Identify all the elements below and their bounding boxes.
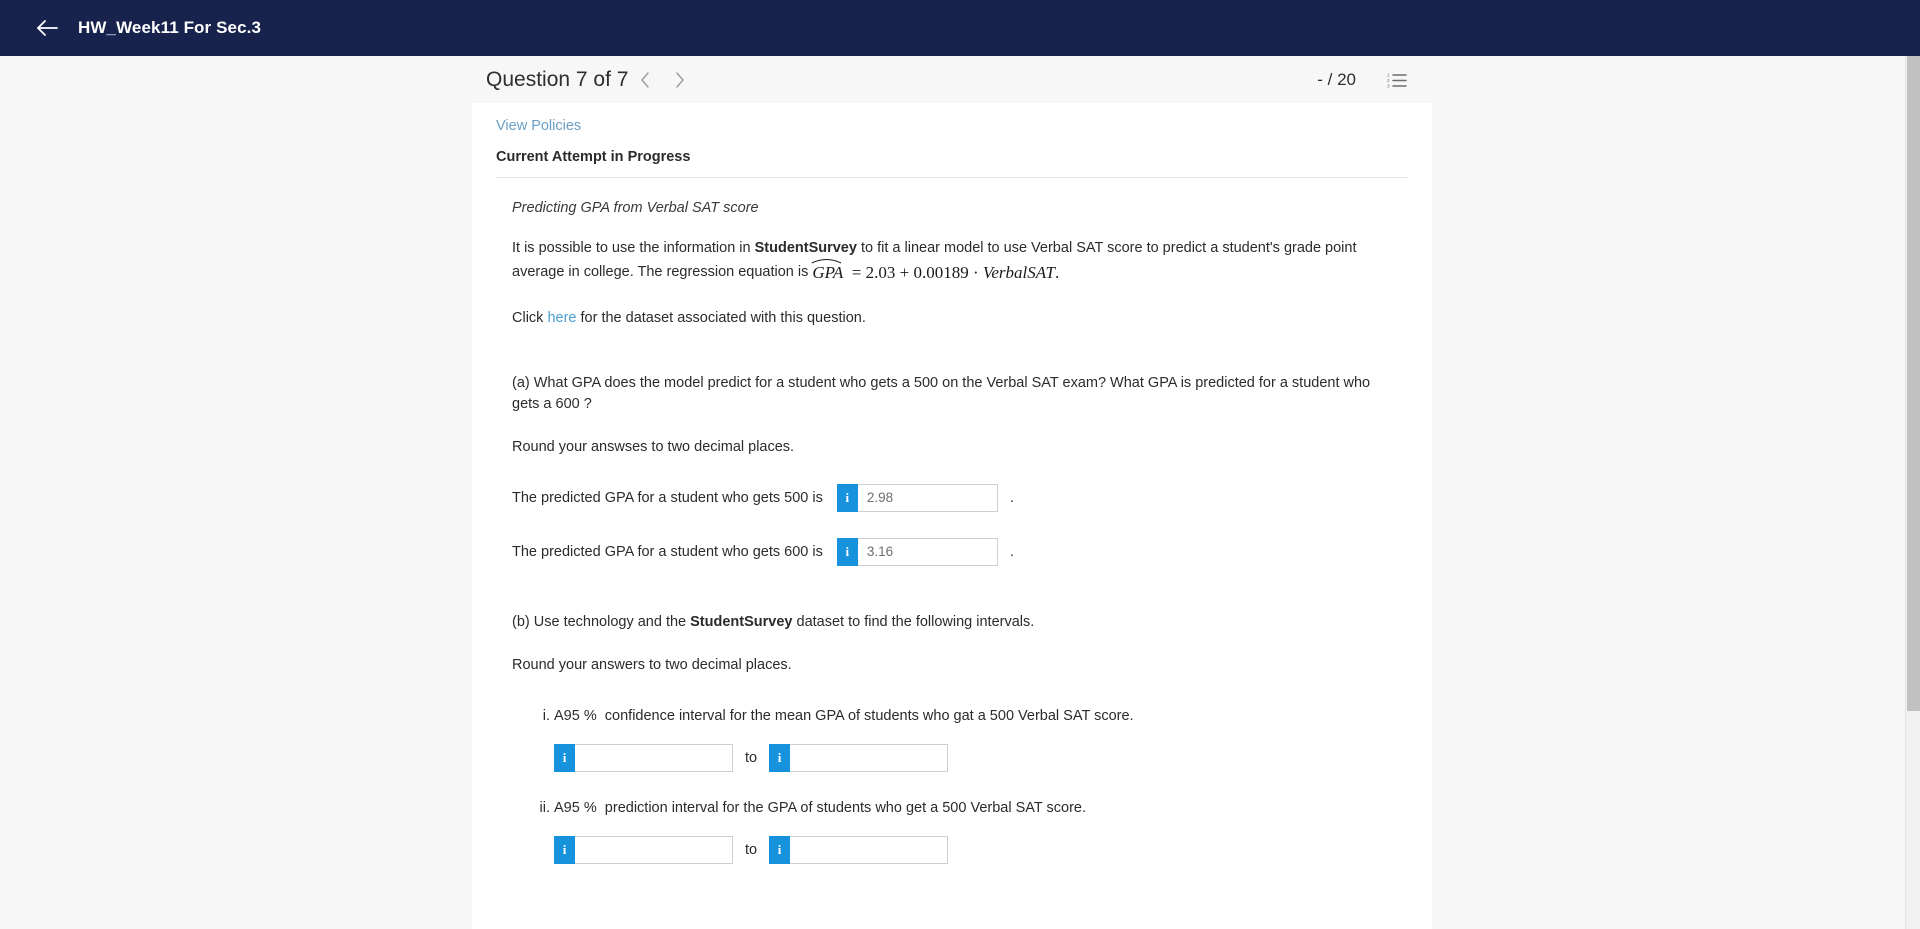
confidence-level: 95 % [563, 800, 597, 817]
info-icon[interactable]: i [836, 537, 858, 566]
answer-input-600[interactable] [857, 537, 998, 566]
interval-text-b: prediction interval for the GPA of stude… [604, 800, 1086, 817]
equation-plus: + [899, 263, 910, 283]
dataset-text-before: Click [512, 309, 548, 326]
assignment-title: HW_Week11 For Sec.3 [78, 18, 262, 37]
chevron-left-icon[interactable] [628, 63, 662, 97]
interval-text-a: A [554, 707, 564, 724]
info-icon[interactable]: i [769, 744, 791, 773]
interval-upper-group: i [769, 744, 949, 773]
prediction-interval-lower-input[interactable] [575, 836, 733, 865]
equation-intercept: 2.03 [865, 263, 896, 283]
part-b-text-before: (b) Use technology and the [512, 613, 691, 630]
equation-lhs: GPA [812, 263, 844, 283]
answer-field-group: i [836, 483, 998, 512]
answer-trailing-period: . [1009, 543, 1014, 560]
list-item: A95 % prediction interval for the GPA of… [554, 798, 1392, 865]
score-display: - / 20 [1317, 69, 1356, 89]
interval-text-a: A [554, 800, 564, 817]
confidence-level: 95 % [563, 707, 597, 724]
hat-accent-icon [812, 258, 842, 264]
dataset-name-inline: StudentSurvey [754, 240, 857, 256]
scrollbar-thumb[interactable] [1907, 56, 1920, 711]
view-policies-link[interactable]: View Policies [496, 104, 581, 134]
part-b-text-after: dataset to find the following intervals. [792, 613, 1035, 630]
interval-inputs: i to i [554, 744, 1392, 773]
prediction-interval-upper-input[interactable] [790, 836, 949, 865]
dataset-text-after: for the dataset associated with this que… [576, 309, 866, 326]
answer-label: The predicted GPA for a student who gets… [512, 543, 823, 560]
confidence-interval-lower-input[interactable] [575, 744, 733, 773]
intro-text-part1: It is possible to use the information in [512, 240, 755, 256]
svg-text:1: 1 [1387, 72, 1390, 77]
dataset-paragraph: Click here for the dataset associated wi… [512, 308, 1392, 329]
info-icon[interactable]: i [554, 836, 575, 865]
answer-label: The predicted GPA for a student who gets… [512, 489, 823, 506]
app-header: HW_Week11 For Sec.3 [0, 0, 1920, 56]
part-a-question: (a) What GPA does the model predict for … [512, 374, 1371, 412]
question-content: Predicting GPA from Verbal SAT score It … [496, 200, 1408, 865]
svg-text:2: 2 [1387, 78, 1390, 83]
equation-variable: VerbalSAT [982, 263, 1055, 283]
question-nav-bar: Question 7 of 7 - / 20 1 2 3 [472, 56, 1432, 103]
interval-list: A95 % confidence interval for the mean G… [512, 706, 1392, 865]
confidence-interval-upper-input[interactable] [790, 744, 949, 773]
info-icon[interactable]: i [769, 836, 791, 865]
part-b-question: (b) Use technology and the StudentSurvey… [512, 612, 1392, 633]
interval-description: A95 % prediction interval for the GPA of… [554, 798, 1392, 818]
answer-trailing-period: . [1009, 489, 1014, 506]
part-b-dataset-name: StudentSurvey [690, 613, 793, 630]
answer-input-500[interactable] [857, 483, 998, 512]
info-icon[interactable]: i [836, 483, 858, 512]
equation-period: . [1054, 263, 1060, 283]
question-counter: Question 7 of 7 [486, 67, 629, 91]
regression-equation: GPA = 2.03 + 0.00189 · VerbalSAT. [812, 258, 1060, 286]
attempt-status: Current Attempt in Progress [496, 149, 1408, 178]
answer-field-group: i [836, 537, 998, 566]
back-arrow-icon[interactable] [32, 13, 62, 43]
answer-row: The predicted GPA for a student who gets… [512, 483, 1392, 512]
numbered-list-icon[interactable]: 1 2 3 [1384, 67, 1410, 93]
interval-upper-group: i [769, 836, 949, 865]
equation-dot: · [972, 263, 979, 283]
dataset-link[interactable]: here [547, 310, 576, 326]
part-a-rounding-note: Round your answses to two decimal places… [512, 438, 795, 455]
answer-row: The predicted GPA for a student who gets… [512, 537, 1392, 566]
svg-text:3: 3 [1387, 83, 1390, 88]
prompt-title: Predicting GPA from Verbal SAT score [512, 200, 759, 216]
question-card: Question 7 of 7 - / 20 1 2 3 View Polici… [472, 56, 1432, 929]
interval-lower-group: i [554, 836, 733, 865]
interval-inputs: i to i [554, 836, 1392, 865]
page-body: Question 7 of 7 - / 20 1 2 3 View Polici… [0, 56, 1920, 929]
interval-description: A95 % confidence interval for the mean G… [554, 706, 1392, 726]
interval-text-b: confidence interval for the mean GPA of … [604, 707, 1134, 724]
interval-separator: to [745, 750, 758, 767]
list-item: A95 % confidence interval for the mean G… [554, 706, 1392, 773]
question-body: View Policies Current Attempt in Progres… [472, 103, 1432, 865]
equation-equals: = [851, 263, 862, 283]
interval-lower-group: i [554, 744, 733, 773]
gpa-hat: GPA [812, 258, 844, 286]
interval-separator: to [745, 842, 758, 859]
info-icon[interactable]: i [554, 744, 575, 773]
intro-paragraph: It is possible to use the information in… [512, 238, 1392, 286]
vertical-scrollbar[interactable] [1905, 56, 1920, 929]
part-b-rounding-note: Round your answers to two decimal places… [512, 656, 792, 673]
chevron-right-icon[interactable] [662, 63, 696, 97]
equation-slope: 0.00189 [913, 263, 969, 283]
